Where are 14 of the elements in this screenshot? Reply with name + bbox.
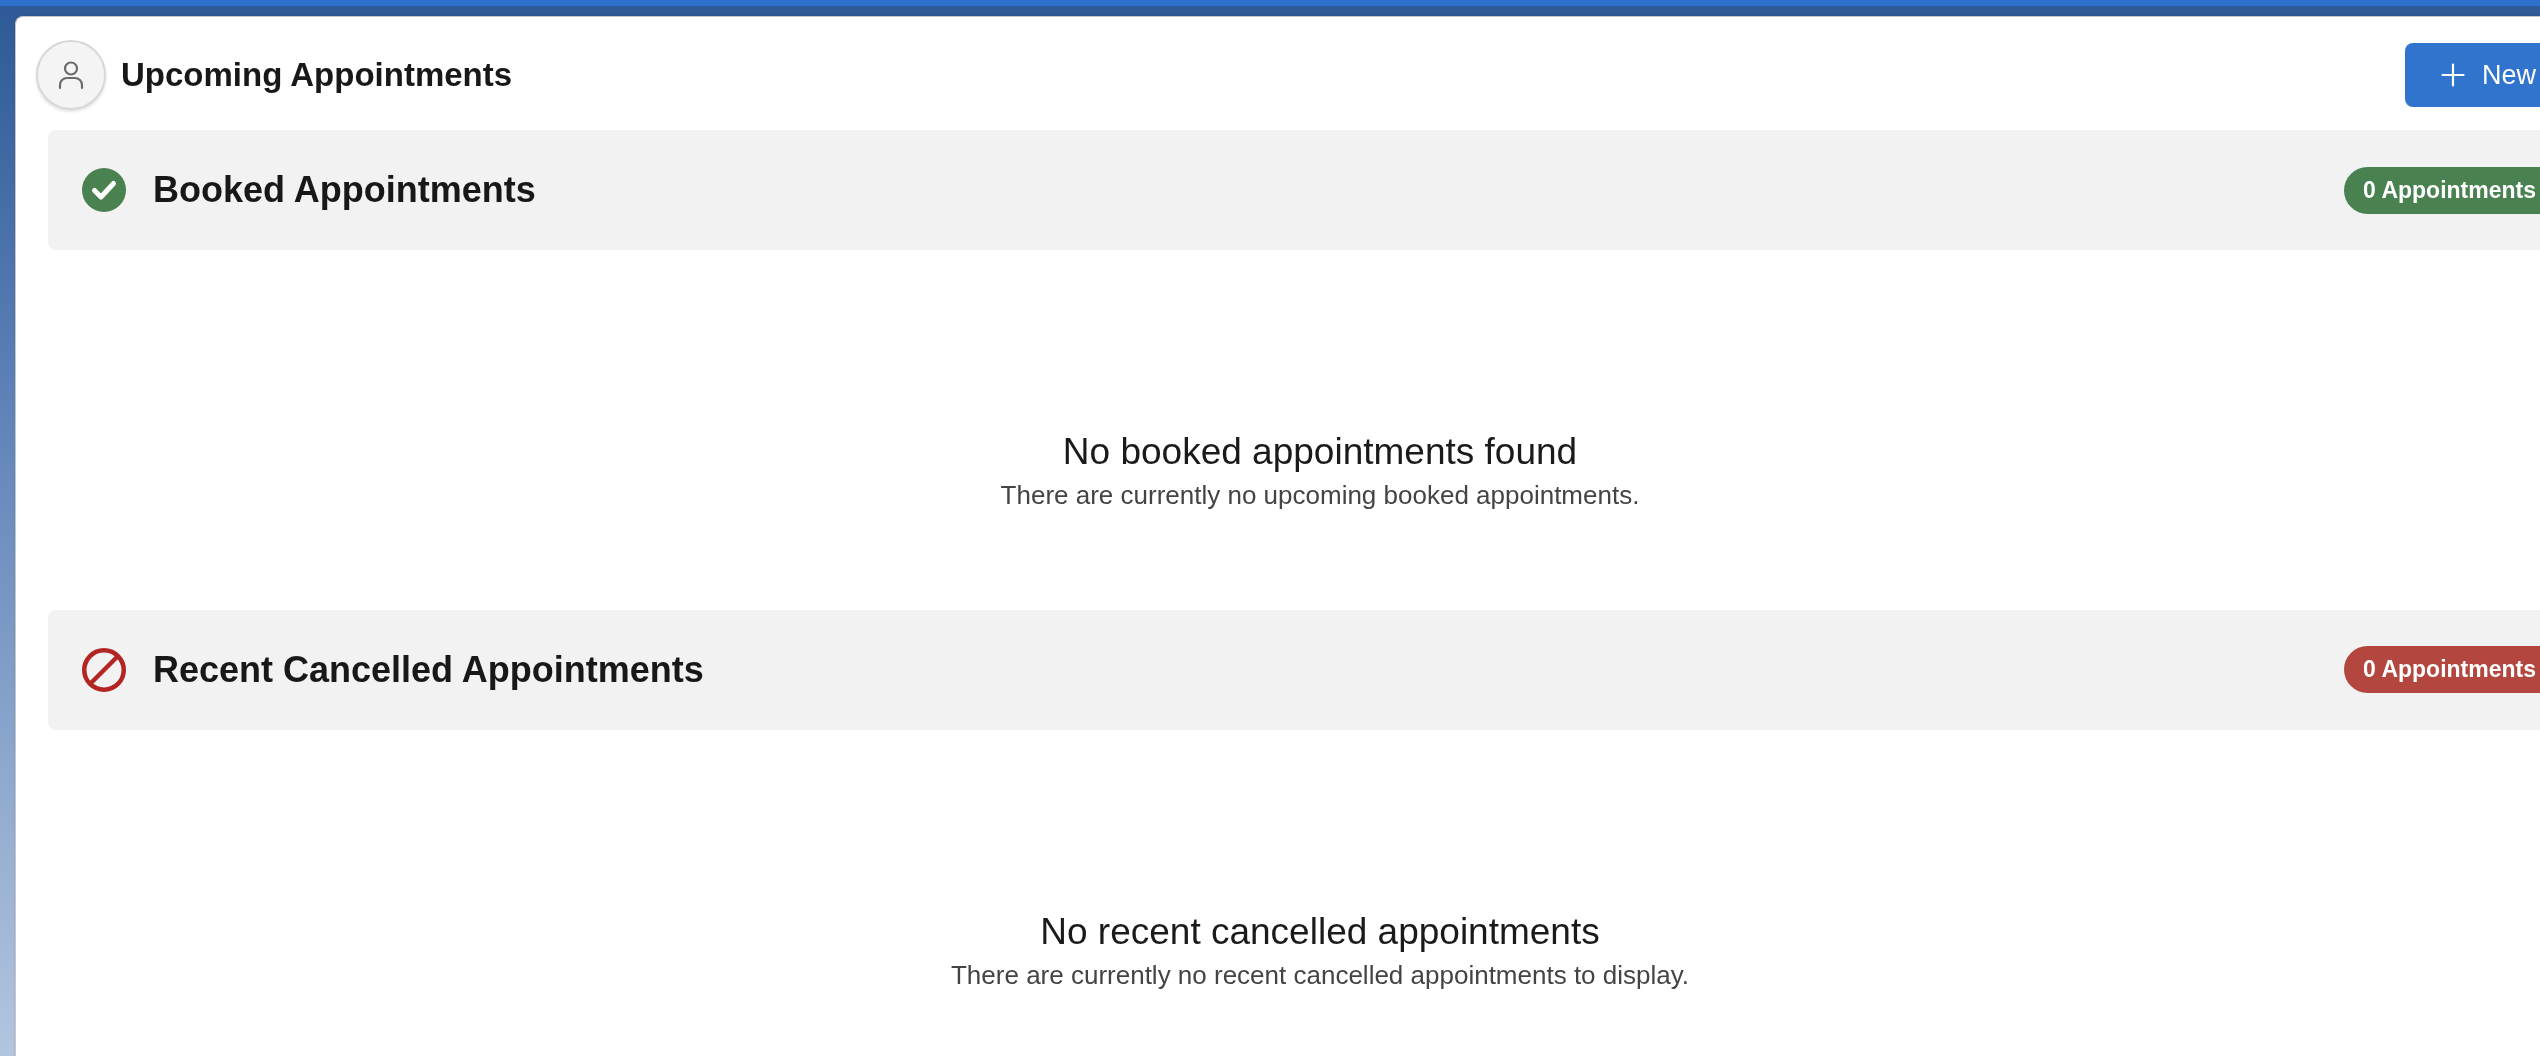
- count-badge: 0 Appointments: [2344, 166, 2540, 214]
- new-button[interactable]: New: [2405, 43, 2540, 107]
- ban-icon: [82, 647, 126, 692]
- page-title: Upcoming Appointments: [121, 56, 513, 94]
- empty-state-message: There are currently no recent cancelled appointments to display.: [951, 959, 1689, 992]
- check-circle-icon: [82, 168, 126, 212]
- plus-icon: [2441, 63, 2465, 87]
- empty-state-message: There are currently no upcoming booked appointments.: [1000, 480, 1640, 512]
- empty-state-title: No recent cancelled appointments: [1040, 909, 1600, 954]
- empty-state-title: No booked appointments found: [1062, 430, 1578, 474]
- person-icon: [36, 40, 106, 110]
- count-badge: 0 Appointments: [2344, 646, 2540, 694]
- section-title: Booked Appointments: [153, 169, 536, 211]
- section-title: Recent Cancelled Appointments: [153, 648, 704, 691]
